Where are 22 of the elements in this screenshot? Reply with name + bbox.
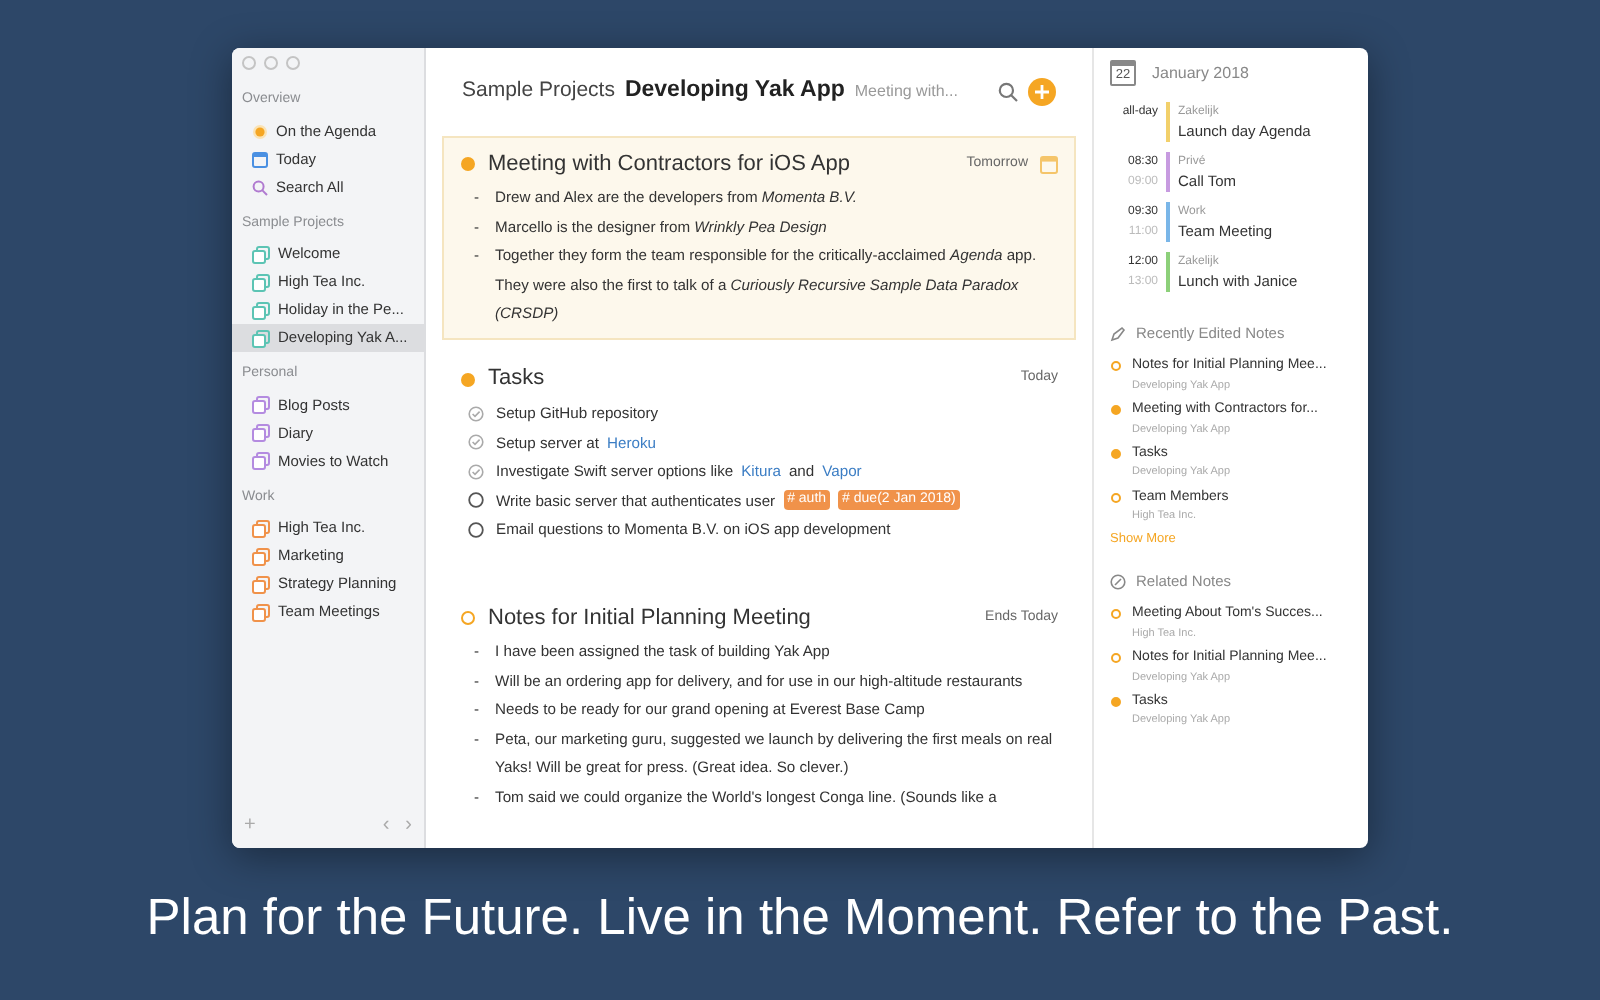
add-note-button[interactable]: [1028, 78, 1056, 106]
pencil-icon: [1110, 325, 1126, 342]
checked-circle-icon[interactable]: [468, 434, 484, 451]
project-title: Developing Yak App: [624, 76, 845, 107]
checked-circle-icon[interactable]: [468, 405, 484, 422]
dot-icon: [252, 123, 268, 139]
search-icon: [252, 179, 268, 195]
calendar-icon: [252, 151, 268, 167]
note-title: Tasks: [488, 364, 545, 395]
checked-circle-icon[interactable]: [468, 463, 484, 480]
note-title: Meeting with Contractors for iOS App: [488, 149, 850, 180]
calendar-icon: [1040, 155, 1058, 173]
search-icon[interactable]: [998, 82, 1018, 102]
empty-circle-icon[interactable]: [468, 492, 484, 509]
note-subtitle: Meeting with...: [854, 80, 958, 104]
empty-circle-icon[interactable]: [468, 521, 484, 538]
tagline: Plan for the Future. Live in the Moment. Refer to the Past.: [144, 888, 1456, 950]
breadcrumb[interactable]: Sample Projects: [462, 76, 615, 108]
note-card[interactable]: [442, 136, 1076, 339]
calendar-month: January 2018: [1152, 61, 1249, 85]
note-title: Notes for Initial Planning Meeting: [488, 603, 811, 634]
link-icon: [1110, 573, 1126, 590]
